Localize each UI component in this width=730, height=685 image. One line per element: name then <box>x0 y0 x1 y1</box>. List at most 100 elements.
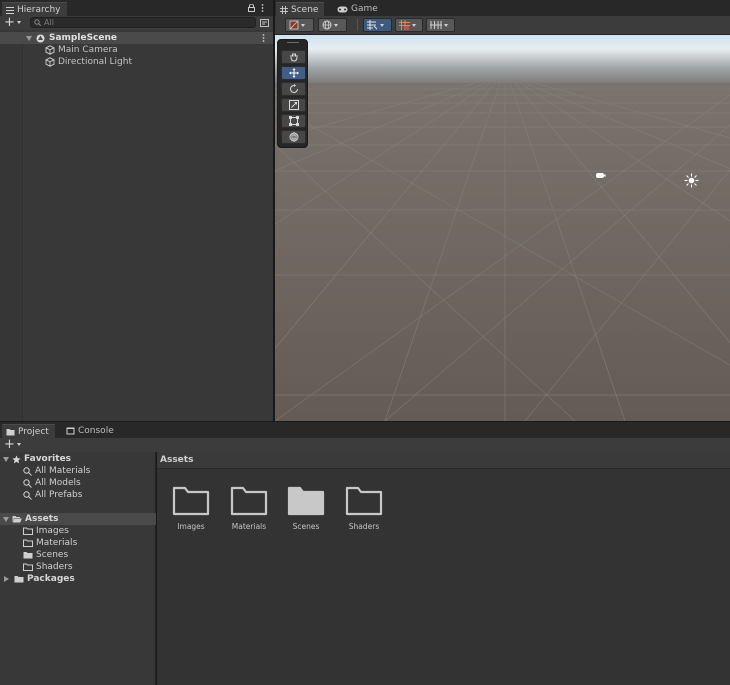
breadcrumb-label: Assets <box>160 455 194 465</box>
tab-hierarchy[interactable]: Hierarchy <box>2 2 67 16</box>
star-icon <box>12 455 21 463</box>
scene-panel: Scene Game <box>275 0 730 421</box>
folder-outline-icon <box>23 539 33 547</box>
search-options-icon[interactable] <box>260 19 269 27</box>
tab-project-label: Project <box>18 426 49 437</box>
tab-game[interactable]: Game <box>333 2 384 16</box>
tab-scene[interactable]: Scene <box>276 2 325 16</box>
chevron-down-icon <box>16 21 21 24</box>
tab-console[interactable]: Console <box>62 424 120 438</box>
expand-arrow-icon[interactable] <box>3 456 9 462</box>
folder-open-icon <box>12 516 22 523</box>
scene-row[interactable]: SampleScene <box>0 32 273 44</box>
kebab-menu-icon[interactable] <box>261 4 264 12</box>
asset-folder-item[interactable]: Scenes <box>276 485 336 531</box>
asset-folder-item[interactable]: Images <box>161 485 221 531</box>
scale-tool-icon <box>288 100 299 110</box>
tree-favorites[interactable]: Favorites <box>3 453 71 465</box>
snap-icon <box>367 20 378 30</box>
scene-name: SampleScene <box>49 33 117 43</box>
scale-tool-button[interactable] <box>281 98 306 112</box>
project-create-dropdown[interactable]: + <box>4 438 21 451</box>
search-icon <box>23 490 32 500</box>
expand-arrow-icon[interactable] <box>3 516 9 522</box>
project-tabstrip: Project Console <box>0 422 730 438</box>
tree-folder-label: Shaders <box>36 562 73 572</box>
tree-item[interactable]: All Materials <box>23 465 90 477</box>
gizmos-icon <box>399 20 410 30</box>
chevron-down-icon <box>301 23 305 27</box>
folder-outline-icon <box>345 486 383 516</box>
folder-filled-icon <box>14 576 24 583</box>
tree-folder[interactable]: Materials <box>23 537 77 549</box>
light-gizmo-icon[interactable] <box>684 173 699 188</box>
hand-tool-button[interactable] <box>281 50 306 64</box>
asset-folder-label: Scenes <box>292 522 320 531</box>
shading-mode-button[interactable] <box>285 18 314 32</box>
grid-toggle-button[interactable] <box>426 18 455 32</box>
globe-icon <box>322 20 332 30</box>
gameobject-cube-icon <box>45 45 55 55</box>
tree-item[interactable]: All Prefabs <box>23 489 82 501</box>
tab-hierarchy-label: Hierarchy <box>17 4 61 15</box>
scene-3d-view <box>275 35 730 421</box>
asset-folder-label: Images <box>177 522 205 531</box>
scene-menu-icon[interactable] <box>262 34 265 42</box>
hierarchy-panel: Hierarchy + All SampleScene Main Camera … <box>0 0 273 421</box>
asset-folder-item[interactable]: Materials <box>219 485 279 531</box>
transform-tool-button[interactable] <box>281 130 306 144</box>
scene-visibility-button[interactable] <box>318 18 347 32</box>
search-icon <box>23 466 32 476</box>
hierarchy-item[interactable]: Main Camera <box>0 44 273 56</box>
tree-folder-label: Scenes <box>36 550 69 560</box>
project-breadcrumb[interactable]: Assets <box>157 452 730 469</box>
asset-folder-label: Shaders <box>348 522 380 531</box>
grid-toggle-icon <box>430 21 442 29</box>
rotate-tool-button[interactable] <box>281 82 306 96</box>
tree-folder[interactable]: Images <box>23 525 69 537</box>
tree-item[interactable]: All Models <box>23 477 81 489</box>
tab-project[interactable]: Project <box>2 424 55 438</box>
tree-item-label: All Prefabs <box>35 490 83 500</box>
scene-toolbar <box>275 16 730 35</box>
console-icon <box>66 427 75 435</box>
hierarchy-search-field[interactable]: All <box>30 17 256 28</box>
chevron-down-icon <box>412 23 416 27</box>
lock-icon[interactable] <box>248 4 255 12</box>
move-tool-icon <box>288 68 299 78</box>
folder-icon <box>6 428 15 435</box>
tree-folder[interactable]: Scenes <box>23 549 68 561</box>
folder-outline-icon <box>230 486 268 516</box>
gameobject-cube-icon <box>45 57 55 67</box>
chevron-down-icon <box>16 443 21 446</box>
folder-filled-icon <box>23 552 33 559</box>
hierarchy-item-label: Directional Light <box>58 57 132 67</box>
rect-tool-button[interactable] <box>281 114 306 128</box>
expand-arrow-icon[interactable] <box>26 35 32 41</box>
hierarchy-tree <box>0 30 273 421</box>
tree-item-label: All Models <box>35 478 81 488</box>
hierarchy-tabstrip: Hierarchy <box>0 0 273 16</box>
collapse-arrow-icon[interactable] <box>4 576 9 582</box>
palette-drag-handle[interactable] <box>287 42 299 43</box>
folder-outline-icon <box>172 486 210 516</box>
camera-gizmo-icon[interactable] <box>595 171 606 179</box>
gizmos-button[interactable] <box>395 18 423 32</box>
gamepad-icon <box>337 6 348 12</box>
tree-packages[interactable]: Packages <box>4 573 75 585</box>
asset-folder-item[interactable]: Shaders <box>334 485 394 531</box>
transform-tool-palette <box>277 39 308 148</box>
snap-settings-button[interactable] <box>363 18 392 32</box>
search-placeholder: All <box>44 18 54 27</box>
tree-assets[interactable]: Assets <box>3 513 58 525</box>
rect-tool-icon <box>288 116 299 126</box>
folder-outline-icon <box>23 563 33 571</box>
packages-label: Packages <box>27 574 75 584</box>
hierarchy-item[interactable]: Directional Light <box>0 56 273 68</box>
folder-outline-icon <box>23 527 33 535</box>
create-dropdown[interactable]: + <box>4 16 21 29</box>
move-tool-button[interactable] <box>281 66 306 80</box>
asset-folder-label: Materials <box>231 522 267 531</box>
tree-folder[interactable]: Shaders <box>23 561 73 573</box>
scene-viewport[interactable] <box>275 35 730 421</box>
